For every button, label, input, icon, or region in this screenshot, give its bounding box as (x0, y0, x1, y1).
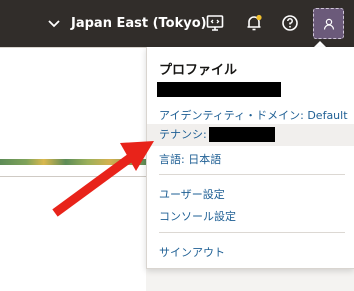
tenancy-label: テナンシ: (159, 128, 207, 141)
redacted-tenancy-name (209, 127, 275, 142)
menu-separator (159, 232, 345, 233)
sign-out-link[interactable]: サインアウト (159, 244, 225, 260)
content-panel (0, 47, 146, 291)
profile-menu-button[interactable] (313, 8, 344, 39)
user-settings-link[interactable]: ユーザー設定 (159, 186, 225, 202)
language-link[interactable]: 言語: 日本語 (159, 151, 221, 167)
decorative-banner-strip (0, 159, 146, 165)
redacted-username (157, 82, 281, 97)
notifications-bell-icon[interactable] (244, 13, 264, 33)
console-settings-link[interactable]: コンソール設定 (159, 208, 236, 224)
divider (0, 176, 146, 177)
help-icon[interactable] (280, 13, 300, 33)
region-selector[interactable]: Japan East (Tokyo) (47, 11, 207, 35)
profile-menu-title: プロファイル (159, 63, 238, 78)
top-navigation-bar: Japan East (Tokyo) (0, 0, 354, 47)
developer-tools-icon[interactable] (205, 13, 225, 33)
chevron-down-icon (48, 20, 60, 28)
profile-avatar-icon (323, 18, 334, 30)
profile-dropdown-menu: プロファイル アイデンティティ・ドメイン: Default テナンシ: 言語: … (146, 47, 354, 269)
menu-separator (159, 174, 345, 175)
region-label: Japan East (Tokyo) (71, 15, 207, 31)
identity-domain-link[interactable]: アイデンティティ・ドメイン: Default (159, 107, 348, 123)
